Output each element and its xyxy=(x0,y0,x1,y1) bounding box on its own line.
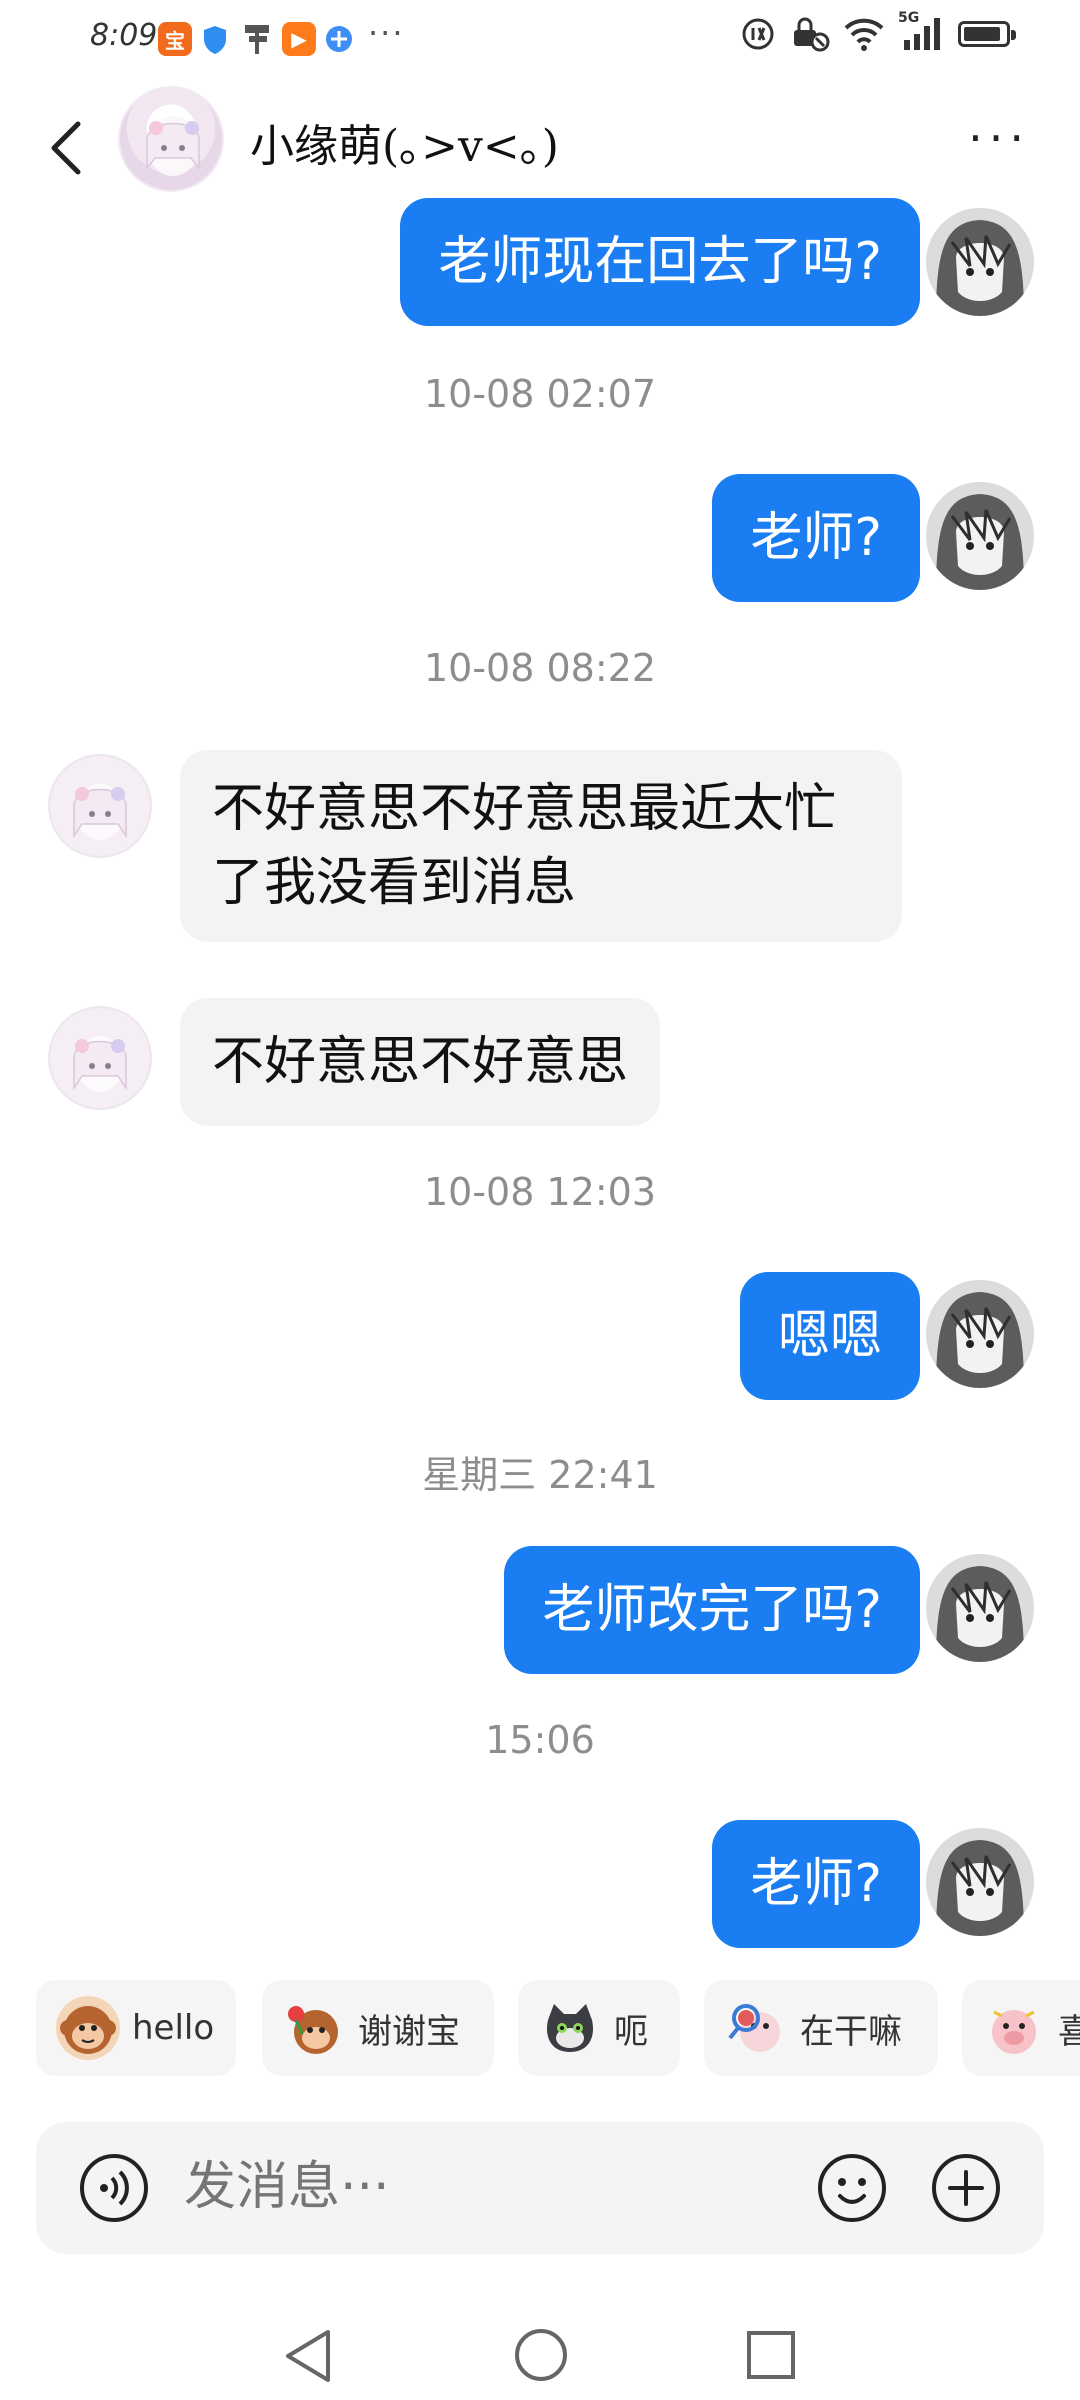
status-bar: 8:09 宝 ▶ ··· 5G xyxy=(0,0,1080,80)
battery-icon xyxy=(958,21,1016,47)
add-attachment-button[interactable] xyxy=(930,2152,1002,2224)
message-bubble-incoming[interactable]: 不好意思不好意思 xyxy=(180,998,661,1126)
contact-avatar[interactable] xyxy=(118,86,224,192)
my-avatar[interactable] xyxy=(926,1828,1034,1936)
quick-reply-happy[interactable]: 喜 xyxy=(962,1980,1080,2076)
square-recents-icon xyxy=(747,2331,795,2379)
quick-reply-label: 呃 xyxy=(614,2011,648,2052)
nav-recents-button[interactable] xyxy=(744,2328,798,2386)
cat-emoji-icon xyxy=(538,1996,602,2060)
back-button[interactable] xyxy=(42,118,92,178)
contact-message-avatar[interactable] xyxy=(48,754,152,858)
quick-reply-hello[interactable]: hello xyxy=(36,1980,236,2076)
vpn-lock-icon xyxy=(794,17,830,52)
quick-reply-label: 喜 xyxy=(1058,2011,1080,2052)
quick-reply-uh[interactable]: 呃 xyxy=(518,1980,680,2076)
quick-reply-label: 在干嘛 xyxy=(800,2011,902,2052)
message-input[interactable] xyxy=(182,2156,746,2218)
data-saver-icon xyxy=(742,18,774,50)
my-avatar[interactable] xyxy=(926,1554,1034,1662)
shield-icon xyxy=(202,24,228,60)
timestamp: 15:06 xyxy=(485,1718,595,1762)
message-bubble-outgoing[interactable]: 嗯嗯 xyxy=(739,1272,920,1400)
emoji-button[interactable] xyxy=(816,2152,888,2224)
timestamp: 星期三 22:41 xyxy=(422,1453,658,1497)
contact-message-avatar[interactable] xyxy=(48,1006,152,1110)
quick-reply-what-doing[interactable]: 在干嘛 xyxy=(704,1980,938,2076)
magnifier-emoji-icon xyxy=(724,1996,788,2060)
plus-icon xyxy=(932,2154,1000,2222)
message-bubble-outgoing[interactable]: 老师? xyxy=(712,474,920,602)
voice-input-button[interactable] xyxy=(78,2152,150,2224)
timestamp: 10-08 12:03 xyxy=(423,1170,656,1214)
nav-home-button[interactable] xyxy=(512,2326,570,2388)
message-bubble-incoming[interactable]: 不好意思不好意思最近太忙了我没看到消息 xyxy=(180,750,902,942)
more-options-button[interactable]: ··· xyxy=(968,115,1030,161)
my-avatar[interactable] xyxy=(926,208,1034,316)
monkey-emoji-icon xyxy=(56,1996,120,2060)
circle-home-icon xyxy=(515,2329,567,2381)
voice-icon xyxy=(80,2154,148,2222)
chevron-left-icon xyxy=(51,121,81,175)
monkey-rose-emoji-icon xyxy=(282,1996,346,2060)
timestamp: 10-08 08:22 xyxy=(423,646,656,690)
signpost-icon xyxy=(242,22,272,60)
wifi-icon xyxy=(844,18,884,51)
pig-emoji-icon xyxy=(982,1996,1046,2060)
message-bubble-outgoing[interactable]: 老师? xyxy=(712,1820,920,1948)
contact-name[interactable]: 小缘萌(｡>v<｡) xyxy=(250,110,559,174)
system-nav-bar xyxy=(0,2290,1080,2400)
my-avatar[interactable] xyxy=(926,482,1034,590)
video-app-icon: ▶ xyxy=(282,22,316,56)
status-more-dots: ··· xyxy=(368,14,405,52)
timestamp: 10-08 02:07 xyxy=(423,372,656,416)
message-input-bar xyxy=(36,2122,1044,2254)
quick-reply-label: hello xyxy=(132,2008,215,2048)
signal-icon: 5G xyxy=(898,10,944,52)
quick-reply-label: 谢谢宝 xyxy=(358,2011,460,2052)
status-right-icons: 5G xyxy=(740,10,1016,52)
quick-reply-thanks[interactable]: 谢谢宝 xyxy=(262,1980,494,2076)
triangle-back-icon xyxy=(286,2330,330,2382)
network-type: 5G xyxy=(898,10,920,26)
status-time: 8:09 xyxy=(90,18,158,53)
message-bubble-outgoing[interactable]: 老师改完了吗? xyxy=(504,1546,920,1674)
smiley-icon xyxy=(818,2154,886,2222)
nav-back-button[interactable] xyxy=(280,2326,336,2390)
my-avatar[interactable] xyxy=(926,1280,1034,1388)
taobao-app-icon: 宝 xyxy=(158,22,192,56)
browser-icon xyxy=(324,24,354,58)
message-bubble-outgoing[interactable]: 老师现在回去了吗? xyxy=(400,198,920,326)
